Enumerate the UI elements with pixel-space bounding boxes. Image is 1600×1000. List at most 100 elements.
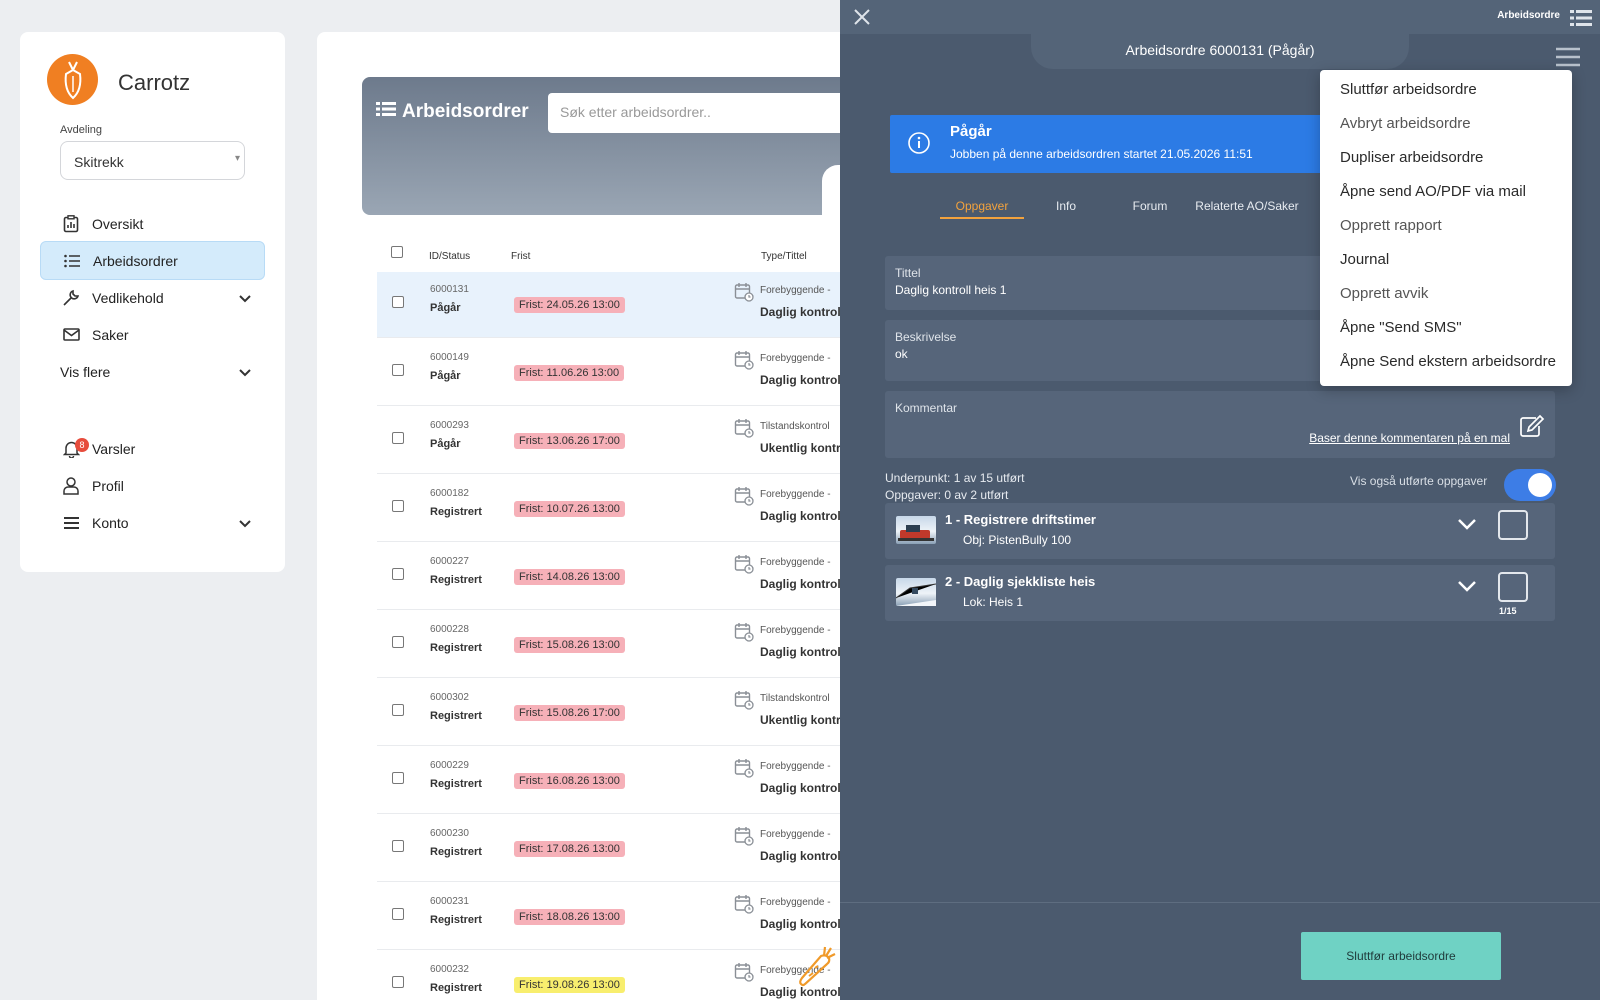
work-order-title: Daglig kontroll (760, 509, 844, 523)
table-row[interactable]: 6000231 Registrert Frist: 18.08.26 13:00 Fo… (377, 884, 857, 950)
menu-item-send-mail[interactable]: Åpne send AO/PDF via mail (1340, 183, 1526, 200)
work-order-type: Tilstandskontrol (760, 693, 830, 704)
carrot-logo-icon[interactable] (47, 54, 98, 105)
sidebar-item-label: Vis flere (60, 363, 111, 380)
table-row[interactable]: 6000228 Registrert Frist: 15.08.26 13:00 Fo… (377, 612, 857, 678)
chevron-down-icon[interactable] (1457, 579, 1477, 596)
sidebar-item-saker[interactable]: Saker (40, 315, 265, 354)
bell-icon: 8 (62, 437, 89, 458)
sidebar: Carrotz Avdeling Skitrekk ▾ Oversikt Arb… (20, 32, 285, 572)
toggle-knob (1528, 473, 1552, 497)
calendar-clock-icon (734, 622, 754, 645)
task-checkbox[interactable] (1498, 510, 1528, 540)
status-info-box: Pågår Jobben på denne arbeidsordren star… (890, 115, 1330, 173)
chevron-down-icon[interactable] (1457, 517, 1477, 534)
menu-item-finish[interactable]: Sluttfør arbeidsordre (1340, 81, 1477, 98)
menu-item-duplicate[interactable]: Dupliser arbeidsordre (1340, 149, 1483, 166)
table-row[interactable]: 6000230 Registrert Frist: 17.08.26 13:00 Fo… (377, 816, 857, 882)
finish-work-order-button[interactable]: Sluttfør arbeidsordre (1301, 932, 1501, 980)
row-checkbox[interactable] (392, 704, 404, 716)
tab-oppgaver[interactable]: Oppgaver (940, 195, 1024, 219)
notification-badge: 8 (75, 437, 89, 452)
sidebar-item-arbeidsordrer[interactable]: Arbeidsordrer (40, 241, 265, 280)
work-order-type: Forebyggende - (760, 897, 831, 908)
work-order-type: Forebyggende - (760, 489, 831, 500)
table-row[interactable]: 6000293 Pågår Frist: 13.06.26 17:00 Tilstan… (377, 408, 857, 474)
table-header: ID/Status Frist Type/Tittel (377, 240, 857, 270)
template-link[interactable]: Baser denne kommentaren på en mal (1309, 431, 1510, 445)
work-order-title: Daglig kontroll (760, 781, 844, 795)
table-row[interactable]: 6000149 Pågår Frist: 11.06.26 13:00 Forebyg… (377, 340, 857, 406)
comment-field[interactable]: Kommentar Baser denne kommentaren på en … (885, 391, 1555, 458)
sidebar-item-label: Profil (92, 477, 124, 494)
sidebar-item-vedlikehold[interactable]: Vedlikehold (40, 278, 265, 317)
row-checkbox[interactable] (392, 432, 404, 444)
due-badge: Frist: 24.05.26 13:00 (514, 297, 625, 313)
table-row[interactable]: 6000227 Registrert Frist: 14.08.26 13:00 Fo… (377, 544, 857, 610)
list-icon (63, 252, 81, 270)
work-order-id: 6000228 (430, 624, 469, 635)
task-progress: 1/15 (1499, 606, 1517, 616)
task-checkbox[interactable] (1498, 572, 1528, 602)
close-icon[interactable] (852, 7, 872, 27)
table-row[interactable]: 6000182 Registrert Frist: 10.07.26 13:00 Fo… (377, 476, 857, 542)
task-thumbnail (895, 578, 937, 606)
column-header[interactable]: Type/Tittel (761, 251, 807, 262)
row-checkbox[interactable] (392, 364, 404, 376)
work-order-status: Registrert (430, 914, 482, 926)
row-checkbox[interactable] (392, 636, 404, 648)
menu-item-create-report[interactable]: Opprett rapport (1340, 217, 1442, 234)
list-icon[interactable] (1570, 9, 1592, 30)
menu-item-create-deviation[interactable]: Opprett avvik (1340, 285, 1428, 302)
work-order-status: Registrert (430, 642, 482, 654)
row-checkbox[interactable] (392, 568, 404, 580)
work-order-id: 6000232 (430, 964, 469, 975)
tab-forum[interactable]: Forum (1108, 195, 1192, 219)
show-done-toggle[interactable] (1504, 469, 1556, 501)
field-label: Kommentar (895, 401, 958, 415)
task-item[interactable]: 2 - Daglig sjekkliste heis Lok: Heis 1 1… (885, 565, 1555, 621)
menu-item-external-order[interactable]: Åpne Send ekstern arbeidsordre (1340, 353, 1556, 370)
menu-item-journal[interactable]: Journal (1340, 251, 1389, 268)
user-icon (62, 476, 80, 495)
table-row[interactable]: 6000229 Registrert Frist: 16.08.26 13:00 Fo… (377, 748, 857, 814)
sidebar-item-oversikt[interactable]: Oversikt (40, 204, 265, 243)
column-header[interactable]: ID/Status (429, 251, 470, 262)
row-checkbox[interactable] (392, 500, 404, 512)
row-checkbox[interactable] (392, 908, 404, 920)
work-order-type: Forebyggende - (760, 557, 831, 568)
work-order-type: Forebyggende - (760, 625, 831, 636)
work-order-title: Daglig kontroll (760, 849, 844, 863)
tab-info[interactable]: Info (1024, 195, 1108, 219)
actions-dropdown-menu: Sluttfør arbeidsordre Avbryt arbeidsordr… (1320, 70, 1572, 386)
select-all-checkbox[interactable] (391, 246, 403, 258)
due-badge: Frist: 13.06.26 17:00 (514, 433, 625, 449)
sidebar-item-konto[interactable]: Konto (40, 503, 265, 542)
sidebar-item-profil[interactable]: Profil (40, 466, 265, 505)
status-heading: Pågår (950, 123, 992, 140)
tab-relaterte[interactable]: Relaterte AO/Saker (1192, 195, 1302, 219)
row-checkbox[interactable] (392, 772, 404, 784)
row-checkbox[interactable] (392, 296, 404, 308)
menu-item-cancel[interactable]: Avbryt arbeidsordre (1340, 115, 1471, 132)
table-row[interactable]: 6000302 Registrert Frist: 15.08.26 17:00 Ti… (377, 680, 857, 746)
topbar-label: Arbeidsordre (1497, 10, 1560, 21)
department-select[interactable]: Skitrekk ▾ (60, 141, 245, 180)
menu-item-send-sms[interactable]: Åpne "Send SMS" (1340, 319, 1462, 336)
divider (840, 902, 1600, 903)
hamburger-menu-icon[interactable] (1556, 47, 1580, 70)
calendar-clock-icon (734, 554, 754, 577)
sidebar-item-varsler[interactable]: 8 Varsler (40, 429, 265, 468)
sidebar-item-vis-flere[interactable]: Vis flere (40, 352, 265, 391)
column-header[interactable]: Frist (511, 251, 530, 262)
page-title: Arbeidsordrer (376, 101, 529, 123)
row-checkbox[interactable] (392, 840, 404, 852)
table-row[interactable]: 6000232 Registrert Frist: 19.08.26 13:00 Fo… (377, 952, 857, 1000)
calendar-clock-icon (734, 826, 754, 849)
edit-icon[interactable] (1519, 414, 1545, 441)
search-input[interactable]: Søk etter arbeidsordrer.. (548, 93, 868, 133)
task-item[interactable]: 1 - Registrere driftstimer Obj: PistenBu… (885, 503, 1555, 559)
table-row[interactable]: 6000131 Pågår Frist: 24.05.26 13:00 Forebyg… (377, 272, 857, 338)
row-checkbox[interactable] (392, 976, 404, 988)
department-label: Avdeling (60, 124, 102, 136)
